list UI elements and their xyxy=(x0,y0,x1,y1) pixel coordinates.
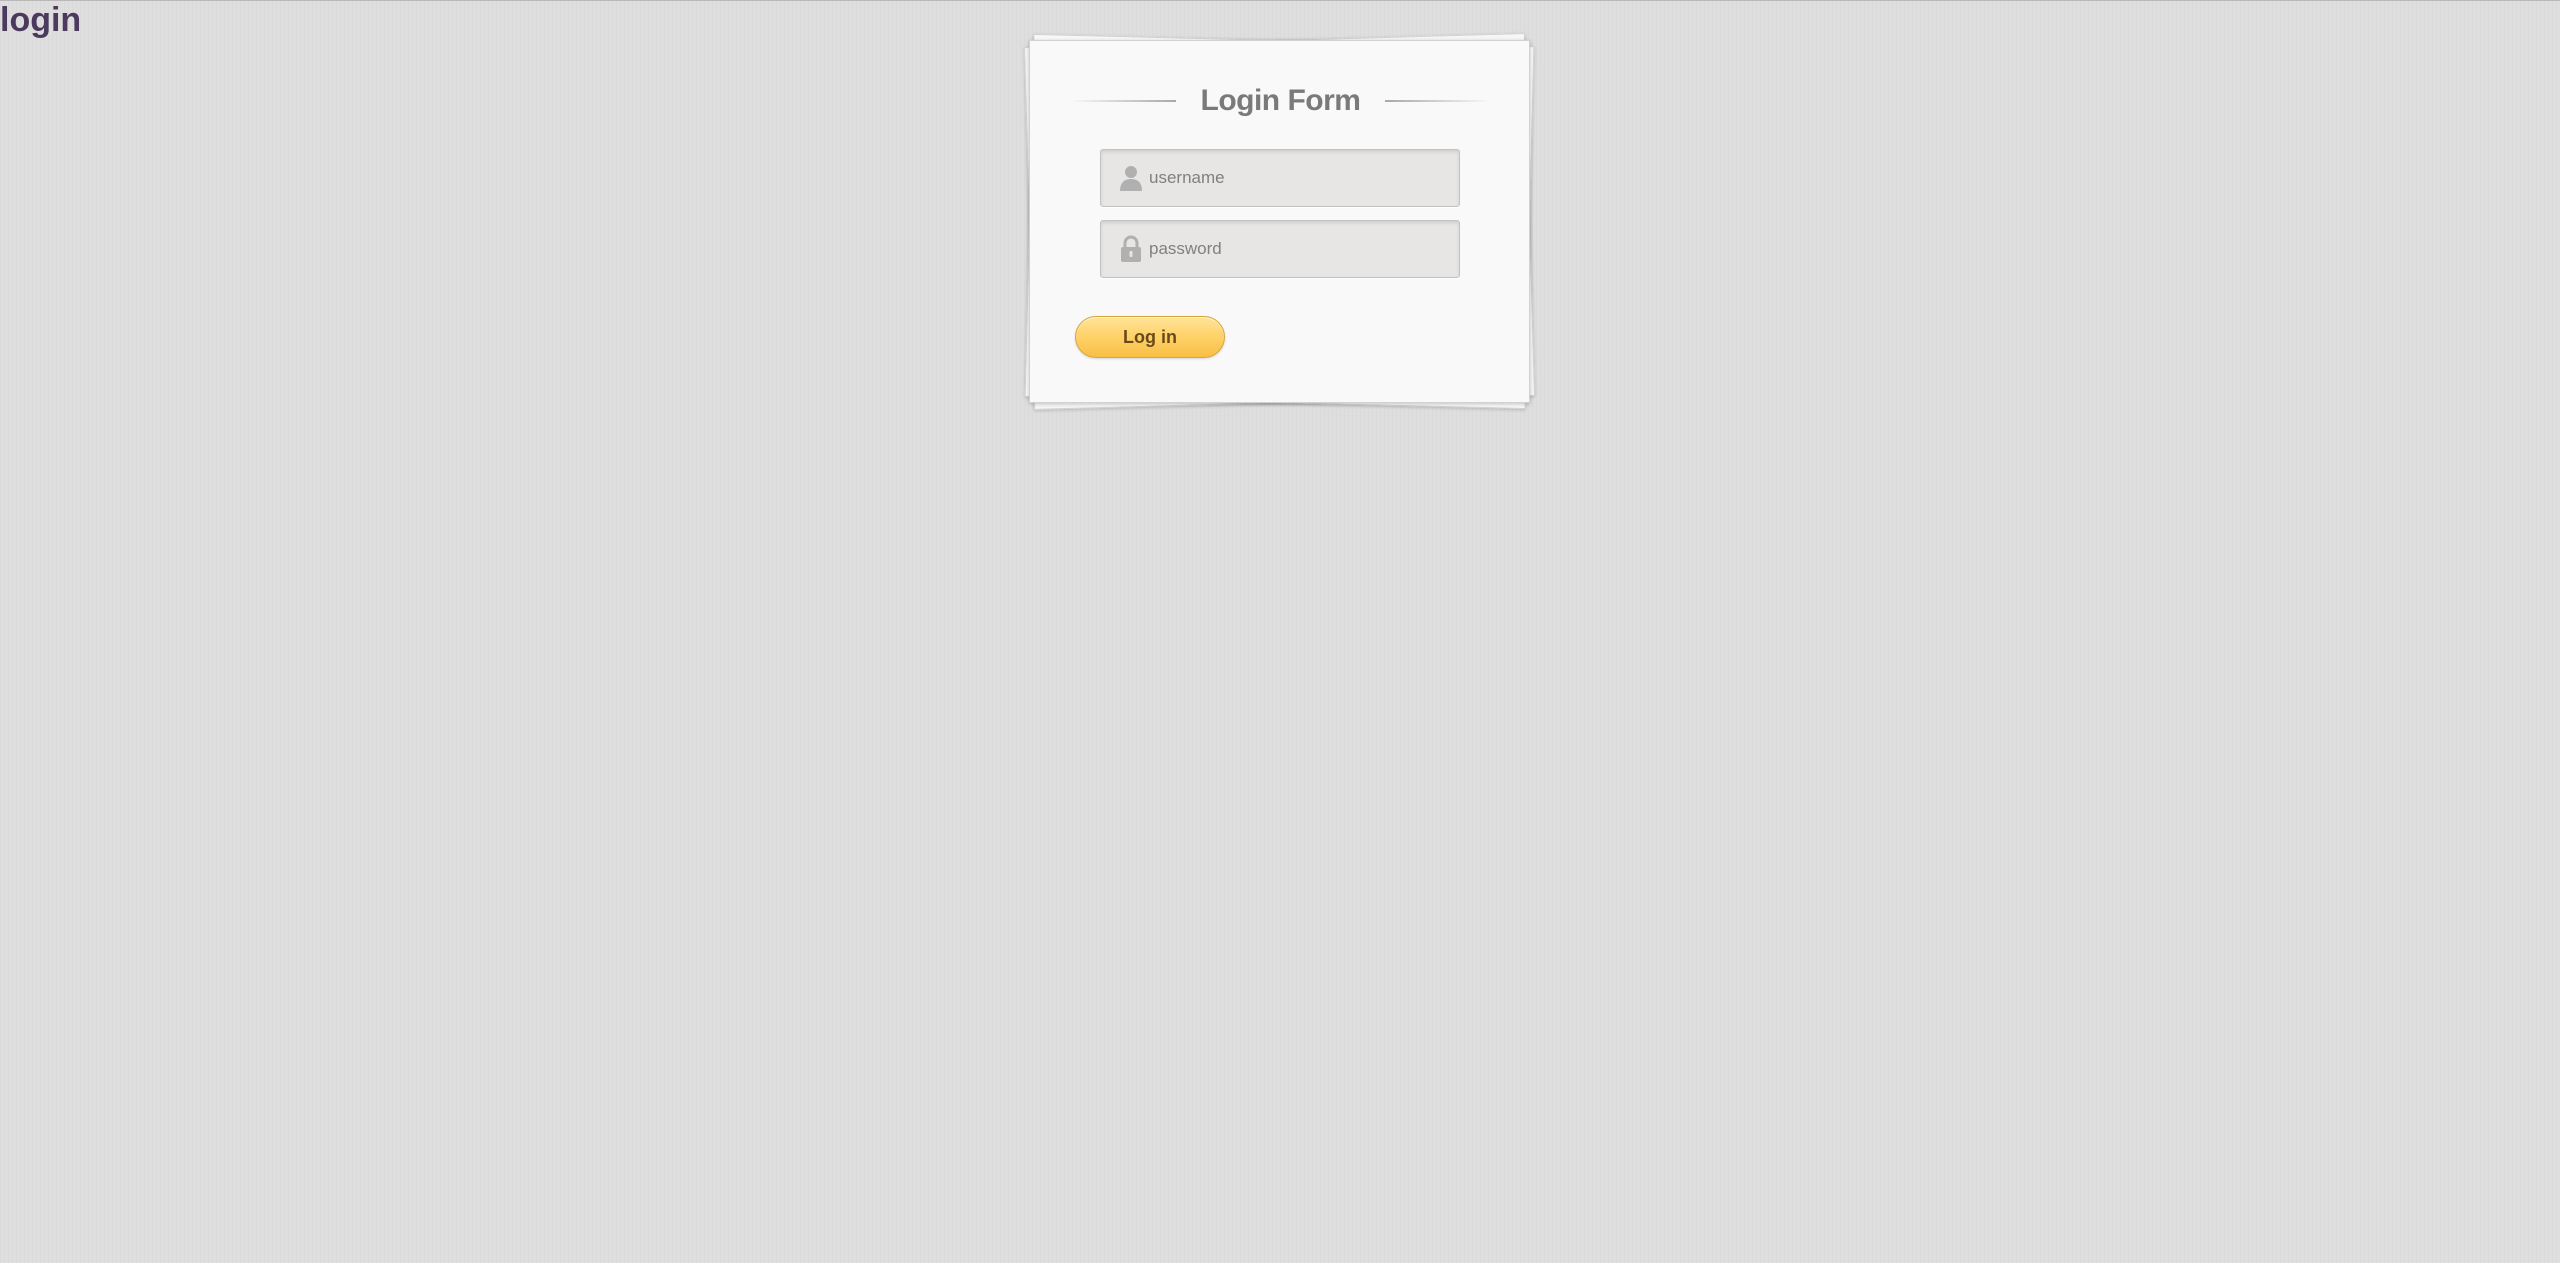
login-button[interactable]: Log in xyxy=(1075,316,1225,358)
lock-icon xyxy=(1121,235,1141,262)
password-field[interactable] xyxy=(1100,220,1460,278)
username-field[interactable] xyxy=(1100,149,1460,207)
password-input[interactable] xyxy=(1149,221,1449,277)
username-input[interactable] xyxy=(1149,150,1449,206)
login-form: Login Form Log in xyxy=(1029,40,1530,403)
user-icon xyxy=(1120,166,1142,191)
form-title-row: Login Form xyxy=(1070,81,1491,121)
page-heading: login xyxy=(0,1,82,39)
title-divider-right xyxy=(1385,100,1491,102)
top-border xyxy=(0,0,2560,1)
